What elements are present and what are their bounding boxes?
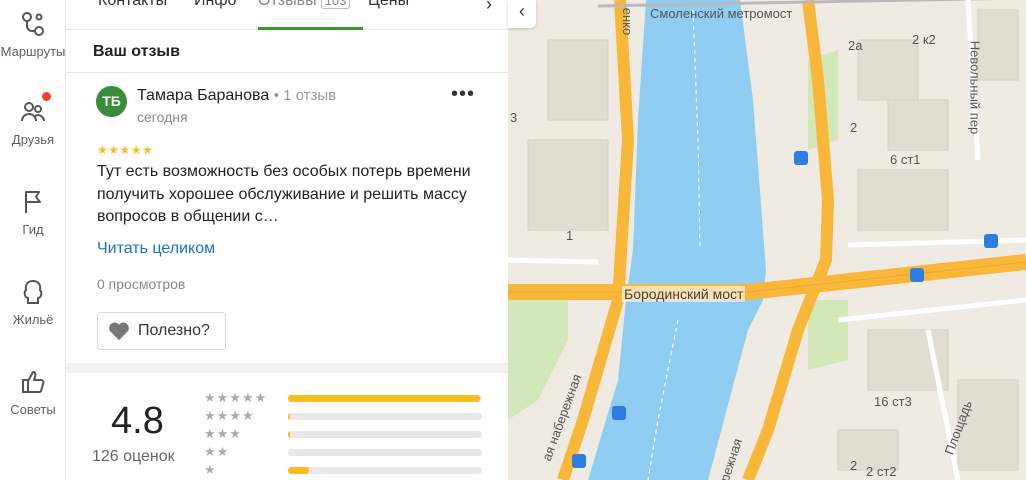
- useful-label: Полезно?: [138, 322, 210, 339]
- distribution-bar: [288, 449, 482, 456]
- distribution-stars: ★★★: [204, 426, 242, 441]
- tab-contacts[interactable]: Контакты: [98, 0, 167, 10]
- review-date: сегодня: [137, 109, 188, 125]
- notification-badge: [42, 92, 51, 101]
- map-canvas[interactable]: [508, 0, 1026, 480]
- rail-item-friends[interactable]: Друзья: [0, 92, 66, 147]
- review-author[interactable]: Тамара Баранова • 1 отзыв: [137, 87, 336, 105]
- distribution-bar-fill: [288, 431, 290, 438]
- map-label-metromost: Смоленский метромост: [650, 6, 793, 21]
- rail-item-label: Советы: [10, 402, 56, 417]
- distribution-bar: [288, 467, 482, 474]
- map-label-nevolny: Невольный пер: [967, 40, 983, 135]
- rail-item-label: Гид: [22, 222, 44, 237]
- section-separator: [66, 363, 508, 373]
- review-stars: ★★★★★: [97, 143, 154, 157]
- map-label-bridge: Бородинский мост: [622, 286, 746, 302]
- useful-button[interactable]: Полезно?: [97, 312, 226, 350]
- left-rail: Маршруты Друзья Гид Жильё Советы: [0, 0, 66, 480]
- map-label-building: 2а: [848, 38, 863, 53]
- map-label-building: 2 ст2: [866, 464, 897, 479]
- distribution-stars: ★★★★★: [204, 390, 268, 405]
- tab-reviews-label: Отзывы: [258, 0, 317, 9]
- map-label-building: 1: [566, 228, 574, 243]
- map-view[interactable]: Смоленский метромост Бородинский мост Не…: [508, 0, 1026, 480]
- tab-prices[interactable]: Цены: [368, 0, 409, 10]
- map-label-building: 6 ст1: [890, 152, 921, 167]
- housing-icon: [19, 278, 47, 306]
- distribution-bar-fill: [288, 413, 290, 420]
- map-label-building: 2: [850, 120, 858, 135]
- views-count: 0 просмотров: [97, 276, 186, 292]
- rail-item-label: Жильё: [12, 312, 54, 327]
- author-separator: •: [273, 87, 284, 104]
- distribution-bar: [288, 413, 482, 420]
- rating-distribution-row: ★: [204, 462, 484, 480]
- distribution-bar: [288, 431, 482, 438]
- place-panel: Контакты Инфо Отзывы 103 Цены › Ваш отзыв…: [66, 0, 508, 480]
- rating-distribution-row: ★★: [204, 444, 484, 462]
- collapse-panel-chevron-icon[interactable]: ‹: [508, 0, 536, 28]
- distribution-stars: ★★★★: [204, 408, 255, 423]
- rail-item-guide[interactable]: Гид: [0, 188, 66, 237]
- map-label-building: 2 к2: [912, 32, 936, 47]
- park-area: [808, 300, 848, 370]
- distribution-bar-fill: [288, 395, 481, 402]
- divider: [66, 72, 508, 73]
- flag-icon: [19, 188, 47, 216]
- rail-item-tips[interactable]: Советы: [0, 368, 66, 417]
- rail-item-housing[interactable]: Жильё: [0, 278, 66, 327]
- distribution-bar-fill: [288, 467, 310, 474]
- tab-reviews[interactable]: Отзывы 103: [258, 0, 351, 10]
- your-review-title: Ваш отзыв: [93, 43, 180, 60]
- map-label-building: 16 ст3: [874, 394, 912, 409]
- distribution-stars: ★★: [204, 444, 230, 459]
- rating-distribution-row: ★★★★★: [204, 390, 484, 408]
- review-text: Тут есть возможность без особых потерь в…: [97, 163, 471, 225]
- distribution-bar: [288, 395, 482, 402]
- map-label-building: 2: [850, 458, 858, 473]
- rail-item-routes[interactable]: Маршруты: [0, 10, 66, 59]
- rating-distribution-row: ★★★★: [204, 408, 484, 426]
- avatar[interactable]: ТБ: [96, 86, 127, 117]
- rail-item-label: Друзья: [11, 132, 55, 147]
- heart-icon: [109, 322, 129, 341]
- map-label-building: 3: [510, 110, 518, 125]
- ratings-count: 126 оценок: [92, 448, 175, 465]
- author-review-count: 1 отзыв: [283, 87, 337, 104]
- tab-info[interactable]: Инфо: [194, 0, 236, 10]
- thumbs-up-icon: [19, 368, 47, 396]
- reviews-count-badge: 103: [320, 0, 351, 9]
- routes-icon: [19, 10, 47, 38]
- map-label-street: енко: [620, 7, 636, 36]
- read-more-link[interactable]: Читать целиком: [97, 240, 215, 258]
- friends-icon: [19, 92, 51, 126]
- active-tab-indicator: [258, 27, 363, 30]
- more-options-icon[interactable]: •••: [451, 84, 475, 110]
- tabs-next-arrow-icon[interactable]: ›: [486, 0, 492, 15]
- rating-distribution-row: ★★★: [204, 426, 484, 444]
- author-name: Тамара Баранова: [137, 87, 270, 104]
- tab-bar: Контакты Инфо Отзывы 103 Цены ›: [66, 0, 508, 30]
- distribution-stars: ★: [204, 462, 217, 477]
- average-rating: 4.8: [111, 400, 164, 442]
- rail-item-label: Маршруты: [0, 44, 66, 59]
